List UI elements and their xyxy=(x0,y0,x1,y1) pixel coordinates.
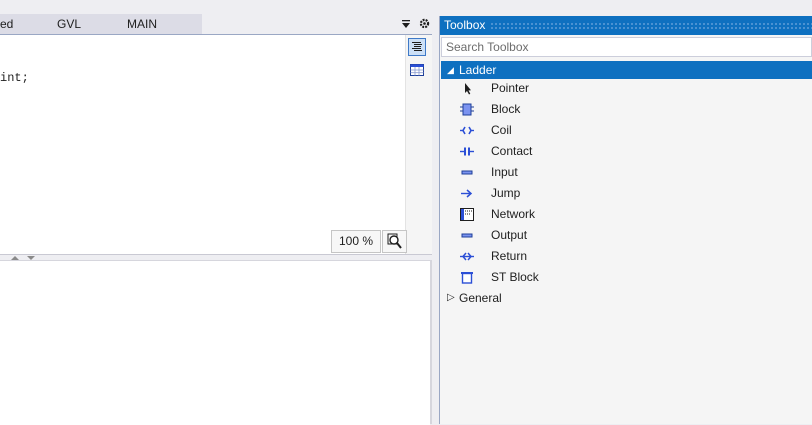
table-icon xyxy=(410,64,424,76)
item-label: ST Block xyxy=(491,270,539,284)
toolbox-item-st-block[interactable]: ST Block xyxy=(440,267,812,288)
item-label: Network xyxy=(491,207,536,221)
toolbox-item-input[interactable]: Input xyxy=(440,162,812,183)
pointer-icon xyxy=(465,83,471,95)
textual-view-button[interactable] xyxy=(408,38,426,56)
item-label: Contact xyxy=(491,144,533,158)
coil-icon xyxy=(460,126,474,135)
toolbox-title: Toolbox xyxy=(444,18,486,32)
item-label: Return xyxy=(491,249,528,263)
item-label: Block xyxy=(491,102,521,116)
network-icon xyxy=(460,208,474,221)
toolbox-item-return[interactable]: Return xyxy=(440,246,812,267)
zoom-button[interactable] xyxy=(382,230,407,253)
tab-gvl[interactable]: GVL xyxy=(57,14,81,34)
declaration-editor[interactable]: int; xyxy=(0,35,405,254)
item-label: Input xyxy=(491,165,518,179)
implementation-editor[interactable] xyxy=(0,260,430,425)
toolbox-item-pointer[interactable]: Pointer xyxy=(440,78,812,99)
document-tab-strip: ed GVL MAIN xyxy=(0,14,432,35)
block-icon xyxy=(460,103,474,116)
expanded-arrow-icon[interactable]: ◢ xyxy=(447,61,454,79)
tab-list-dropdown-icon[interactable] xyxy=(400,18,412,30)
toolbox-search-input[interactable] xyxy=(441,37,812,57)
tab-main[interactable]: MAIN xyxy=(127,14,157,34)
toolbox-item-contact[interactable]: Contact xyxy=(440,141,812,162)
toolbox-panel: Toolbox ◢ Ladder Pointer Block Coil xyxy=(439,16,812,424)
category-ladder[interactable]: ◢ Ladder xyxy=(441,61,812,79)
category-label: Ladder xyxy=(459,63,497,77)
toolbox-item-block[interactable]: Block xyxy=(440,99,812,120)
text-lines-icon xyxy=(412,42,422,51)
return-icon xyxy=(460,252,474,261)
item-label: Coil xyxy=(491,123,512,137)
contact-icon xyxy=(460,147,474,156)
toolbox-item-jump[interactable]: Jump xyxy=(440,183,812,204)
item-label: Pointer xyxy=(491,81,530,95)
magnifier-icon xyxy=(387,233,402,249)
toolbox-item-output[interactable]: Output xyxy=(440,225,812,246)
code-line[interactable]: int; xyxy=(0,71,29,85)
item-label: Jump xyxy=(491,186,521,200)
collapsed-arrow-icon[interactable]: ▷ xyxy=(447,289,455,307)
panel-gap xyxy=(432,0,439,424)
zoom-level[interactable]: 100 % xyxy=(331,230,381,253)
toolbox-item-network[interactable]: Network xyxy=(440,204,812,225)
toolbox-title-bar[interactable]: Toolbox xyxy=(440,16,812,35)
title-bar-grip xyxy=(490,22,812,29)
item-label: Output xyxy=(491,228,528,242)
gear-icon[interactable] xyxy=(418,17,431,30)
category-general[interactable]: ▷ General xyxy=(441,289,812,307)
input-icon xyxy=(461,170,473,175)
tabular-view-button[interactable] xyxy=(408,61,426,79)
jump-icon xyxy=(461,189,473,198)
st-block-icon xyxy=(461,272,473,284)
output-icon xyxy=(461,233,473,238)
tab-partial[interactable]: ed xyxy=(0,14,13,34)
category-label: General xyxy=(459,291,502,305)
toolbox-item-coil[interactable]: Coil xyxy=(440,120,812,141)
